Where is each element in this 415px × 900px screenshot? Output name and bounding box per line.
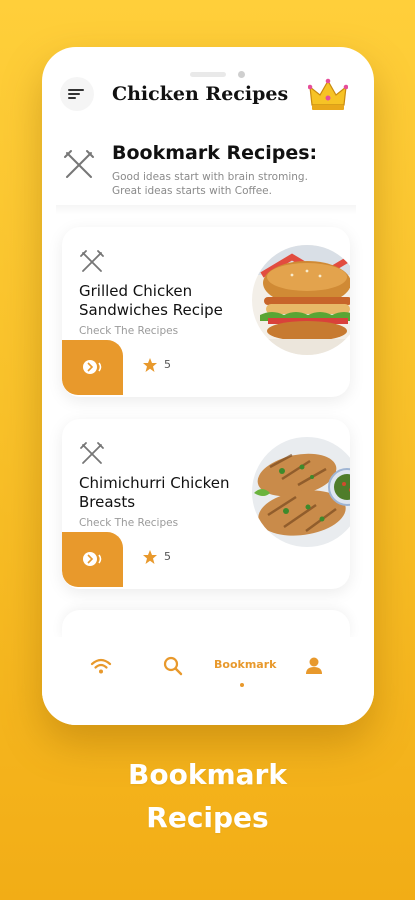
nav-bookmark-tab[interactable]: Bookmark	[214, 658, 276, 671]
cutlery-icon	[80, 250, 104, 272]
audio-icon	[83, 552, 102, 566]
app-title: Chicken Recipes	[112, 83, 289, 105]
wifi-icon[interactable]	[90, 655, 112, 677]
bookmark-subtitle-line: Good ideas start with brain stroming.	[112, 171, 308, 183]
rating-value: 5	[164, 358, 171, 371]
recipe-name: Chimichurri Chicken Breasts	[79, 474, 230, 511]
bookmark-title: Bookmark Recipes:	[112, 142, 318, 164]
menu-icon-line	[68, 97, 76, 99]
menu-icon-line	[68, 93, 80, 95]
check-recipe-link[interactable]: Check The Recipes	[79, 517, 178, 529]
menu-icon-line	[68, 89, 84, 91]
divider	[56, 205, 356, 215]
phone-camera	[238, 71, 245, 78]
search-icon[interactable]	[162, 655, 184, 677]
recipe-image-burger	[252, 245, 350, 355]
bookmark-subtitle-line: Great ideas starts with Coffee.	[112, 185, 272, 197]
rating-value: 5	[164, 550, 171, 563]
recipe-name: Grilled Chicken Sandwiches Recipe	[79, 282, 223, 319]
user-icon[interactable]	[304, 655, 324, 677]
menu-button[interactable]	[60, 77, 94, 111]
star-icon	[143, 550, 157, 564]
bottom-nav: Bookmark	[42, 637, 374, 725]
recipe-card[interactable]: Grilled Chicken Sandwiches Recipe Check …	[62, 227, 350, 397]
active-indicator	[240, 683, 244, 687]
play-audio-button[interactable]	[62, 532, 123, 587]
audio-icon	[83, 360, 102, 374]
phone-speaker	[190, 72, 226, 77]
star-icon	[143, 358, 157, 372]
crown-icon[interactable]	[308, 77, 348, 113]
recipe-card-partial[interactable]	[62, 610, 350, 640]
phone-frame: Chicken Recipes Bookmark Recipes: Good i…	[42, 47, 374, 725]
bookmark-subtitle: Good ideas start with brain stroming. Gr…	[112, 170, 362, 198]
play-audio-button[interactable]	[62, 340, 123, 395]
recipe-image-chimichurri	[252, 437, 350, 547]
caption-line: Bookmark	[128, 758, 287, 791]
recipe-card[interactable]: Chimichurri Chicken Breasts Check The Re…	[62, 419, 350, 589]
check-recipe-link[interactable]: Check The Recipes	[79, 325, 178, 337]
cutlery-icon	[80, 442, 104, 464]
caption-line: Recipes	[146, 801, 269, 834]
cutlery-icon	[64, 150, 94, 178]
